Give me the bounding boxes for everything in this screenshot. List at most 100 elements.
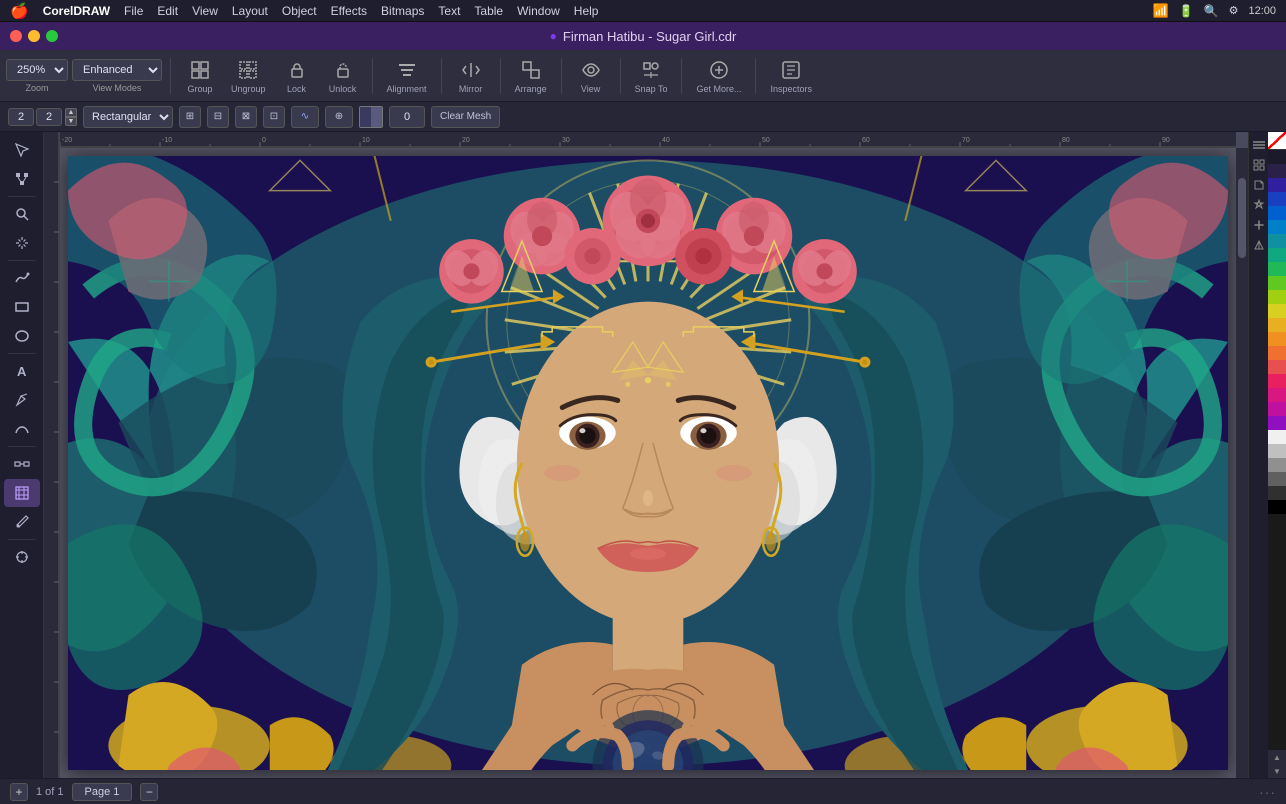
color-swatch-20[interactable] bbox=[1268, 416, 1286, 430]
mesh-icon-btn-6[interactable]: ⊕ bbox=[325, 106, 353, 128]
color-swatch-1[interactable] bbox=[1268, 150, 1286, 164]
mesh-icon-btn-3[interactable]: ⊠ bbox=[235, 106, 257, 128]
right-icon-4[interactable] bbox=[1252, 198, 1266, 212]
mesh-icon-btn-1[interactable]: ⊞ bbox=[179, 106, 201, 128]
increment-button[interactable]: ▲ bbox=[65, 108, 77, 117]
menu-object[interactable]: Object bbox=[282, 4, 317, 18]
menu-layout[interactable]: Layout bbox=[232, 4, 268, 18]
color-swatch-12[interactable] bbox=[1268, 304, 1286, 318]
decrement-button[interactable]: ▼ bbox=[65, 117, 77, 126]
palette-scroll-up[interactable]: ▲ bbox=[1268, 750, 1286, 764]
mesh-num-input[interactable] bbox=[389, 106, 425, 128]
color-swatch-21[interactable] bbox=[1268, 430, 1286, 444]
scrollbar-thumb[interactable] bbox=[1238, 178, 1246, 258]
arrange-button[interactable]: Arrange bbox=[509, 54, 553, 98]
maximize-button[interactable] bbox=[46, 30, 58, 42]
pan-tool-btn[interactable] bbox=[4, 229, 40, 257]
remove-page-button[interactable]: − bbox=[140, 783, 158, 801]
no-color-swatch[interactable] bbox=[1268, 132, 1286, 150]
control-center-icon[interactable]: ⚙ bbox=[1229, 4, 1239, 17]
get-more-button[interactable]: Get More... bbox=[690, 54, 747, 98]
mesh-icon-btn-2[interactable]: ⊟ bbox=[207, 106, 229, 128]
color-swatch-8[interactable] bbox=[1268, 248, 1286, 262]
menu-file[interactable]: File bbox=[124, 4, 143, 18]
right-icon-6[interactable] bbox=[1252, 238, 1266, 252]
color-swatch-5[interactable] bbox=[1268, 206, 1286, 220]
mirror-button[interactable]: Mirror bbox=[450, 54, 492, 98]
zoom-select[interactable]: 250% 100% 75% 50% bbox=[6, 59, 68, 81]
mesh-icon-btn-5[interactable]: ∿ bbox=[291, 106, 319, 128]
pen-tool-btn[interactable] bbox=[4, 386, 40, 414]
color-swatch-18[interactable] bbox=[1268, 388, 1286, 402]
menu-help[interactable]: Help bbox=[574, 4, 599, 18]
color-swatch-16[interactable] bbox=[1268, 360, 1286, 374]
snap-to-button[interactable]: Snap To bbox=[629, 54, 674, 98]
canvas-content[interactable] bbox=[60, 148, 1236, 778]
eyedropper-tool-btn[interactable] bbox=[4, 508, 40, 536]
color-swatch-14[interactable] bbox=[1268, 332, 1286, 346]
menu-bitmaps[interactable]: Bitmaps bbox=[381, 4, 424, 18]
menu-text[interactable]: Text bbox=[438, 4, 460, 18]
app-name-menu[interactable]: CorelDRAW bbox=[43, 4, 110, 18]
color-swatch-15[interactable] bbox=[1268, 346, 1286, 360]
text-tool-btn[interactable]: A bbox=[4, 357, 40, 385]
mesh-icon-btn-4[interactable]: ⊡ bbox=[263, 106, 285, 128]
menu-window[interactable]: Window bbox=[517, 4, 560, 18]
menu-effects[interactable]: Effects bbox=[331, 4, 367, 18]
menu-table[interactable]: Table bbox=[474, 4, 503, 18]
artwork-container[interactable] bbox=[68, 156, 1228, 770]
color-swatch-19[interactable] bbox=[1268, 402, 1286, 416]
search-icon[interactable]: 🔍 bbox=[1204, 4, 1219, 18]
zoom-tool-btn[interactable] bbox=[4, 200, 40, 228]
freehand-tool-btn[interactable] bbox=[4, 264, 40, 292]
color-swatch-23[interactable] bbox=[1268, 458, 1286, 472]
menu-view[interactable]: View bbox=[192, 4, 218, 18]
alignment-button[interactable]: Alignment bbox=[381, 54, 433, 98]
pick-tool-btn[interactable] bbox=[4, 136, 40, 164]
rectangle-tool-btn[interactable] bbox=[4, 293, 40, 321]
clear-mesh-button[interactable]: Clear Mesh bbox=[431, 106, 500, 128]
mesh-fill-tool-btn[interactable] bbox=[4, 479, 40, 507]
color-swatch-2[interactable] bbox=[1268, 164, 1286, 178]
view-button[interactable]: View bbox=[570, 54, 612, 98]
color-swatch-11[interactable] bbox=[1268, 290, 1286, 304]
color-swatch-22[interactable] bbox=[1268, 444, 1286, 458]
color-swatch-7[interactable] bbox=[1268, 234, 1286, 248]
color-swatch-25[interactable] bbox=[1268, 486, 1286, 500]
color-swatch-13[interactable] bbox=[1268, 318, 1286, 332]
inspectors-button[interactable]: Inspectors bbox=[764, 54, 818, 98]
status-dots[interactable]: ··· bbox=[1259, 784, 1276, 800]
mesh-shape-select[interactable]: Rectangular Elliptical bbox=[83, 106, 173, 128]
palette-scroll-down[interactable]: ▼ bbox=[1268, 764, 1286, 778]
unlock-button[interactable]: Unlock bbox=[322, 54, 364, 98]
color-swatch-24[interactable] bbox=[1268, 472, 1286, 486]
group-button[interactable]: Group bbox=[179, 54, 221, 98]
crosshair-tool-btn[interactable] bbox=[4, 543, 40, 571]
ellipse-tool-btn[interactable] bbox=[4, 322, 40, 350]
node-tool-btn[interactable] bbox=[4, 165, 40, 193]
color-swatch-26[interactable] bbox=[1268, 500, 1286, 514]
menu-edit[interactable]: Edit bbox=[157, 4, 178, 18]
lock-button[interactable]: Lock bbox=[276, 54, 318, 98]
close-button[interactable] bbox=[10, 30, 22, 42]
color-swatch-10[interactable] bbox=[1268, 276, 1286, 290]
page-name-tab[interactable]: Page 1 bbox=[72, 783, 133, 801]
color-swatch-9[interactable] bbox=[1268, 262, 1286, 276]
canvas-area[interactable]: -20 -10 0 10 20 30 bbox=[44, 132, 1248, 778]
apple-menu[interactable]: 🍎 bbox=[10, 2, 29, 20]
vertical-scrollbar[interactable] bbox=[1236, 148, 1248, 778]
color-swatch-4[interactable] bbox=[1268, 192, 1286, 206]
mesh-color-swatch[interactable] bbox=[359, 106, 383, 128]
right-icon-1[interactable] bbox=[1252, 138, 1266, 152]
view-mode-select[interactable]: Enhanced Normal Wireframe bbox=[72, 59, 162, 81]
right-icon-2[interactable] bbox=[1252, 158, 1266, 172]
minimize-button[interactable] bbox=[28, 30, 40, 42]
status-options[interactable]: ··· bbox=[1259, 784, 1276, 800]
ungroup-button[interactable]: Ungroup bbox=[225, 54, 272, 98]
bezier-tool-btn[interactable] bbox=[4, 415, 40, 443]
right-icon-5[interactable] bbox=[1252, 218, 1266, 232]
add-page-button[interactable]: + bbox=[10, 783, 28, 801]
color-swatch-6[interactable] bbox=[1268, 220, 1286, 234]
color-swatch-17[interactable] bbox=[1268, 374, 1286, 388]
color-swatch-3[interactable] bbox=[1268, 178, 1286, 192]
